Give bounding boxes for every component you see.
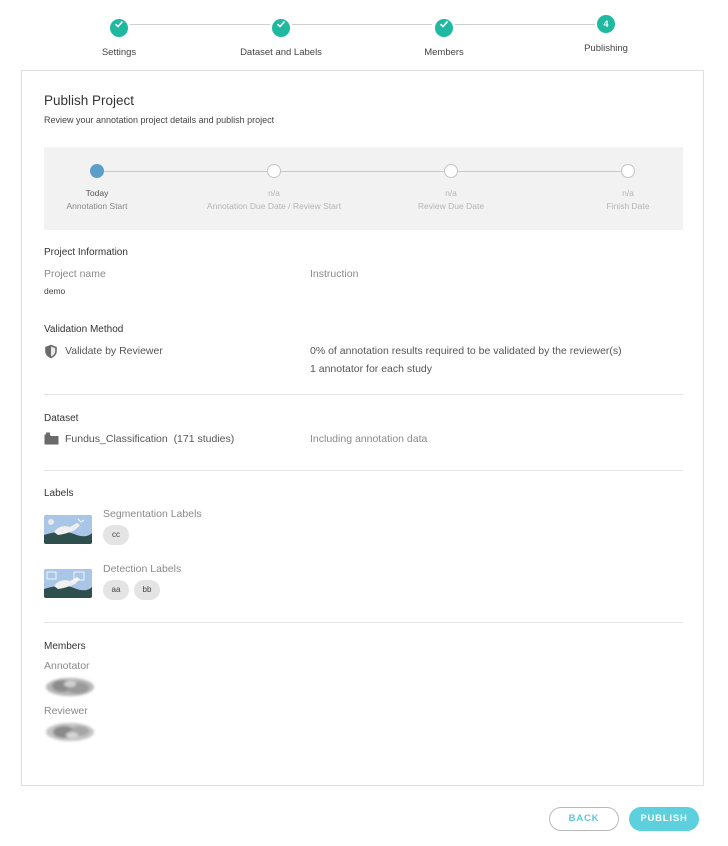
- timeline-name: Finish Date: [606, 201, 650, 211]
- check-icon: [272, 19, 290, 37]
- project-info-title: Project Information: [44, 247, 128, 258]
- step-label: Settings: [101, 47, 137, 58]
- step-publishing[interactable]: 4 Publishing: [546, 15, 666, 54]
- step-members[interactable]: Members: [384, 15, 504, 58]
- timeline-date: Today: [85, 188, 109, 198]
- timeline-point: [621, 164, 635, 178]
- back-button[interactable]: BACK: [549, 807, 619, 831]
- segmentation-labels-title: Segmentation Labels: [103, 508, 202, 520]
- annotators-per-study: 1 annotator for each study: [310, 363, 432, 375]
- timeline-point: [90, 164, 104, 178]
- section-divider: [44, 394, 683, 395]
- project-name-label: Project name: [44, 268, 106, 280]
- project-name-value: demo: [44, 286, 66, 296]
- validation-title: Validation Method: [44, 324, 124, 335]
- reviewer-avatar: [44, 721, 96, 743]
- members-title: Members: [44, 641, 86, 652]
- labels-title: Labels: [44, 488, 74, 499]
- timeline-name: Annotation Due Date / Review Start: [206, 201, 342, 211]
- folder-icon: [44, 432, 59, 450]
- timeline-date: n/a: [268, 188, 280, 198]
- step-settings[interactable]: Settings: [59, 15, 179, 58]
- page-subtitle: Review your annotation project details a…: [44, 115, 275, 125]
- publish-button[interactable]: PUBLISH: [629, 807, 699, 831]
- timeline-label: n/a Finish Date: [528, 188, 728, 211]
- timeline-name: Annotation Start: [66, 201, 128, 211]
- shield-icon: [44, 344, 58, 364]
- dataset-name: Fundus_Classification (171 studies): [65, 433, 234, 445]
- section-divider: [44, 470, 683, 471]
- dataset-name-text: Fundus_Classification: [65, 433, 168, 445]
- page-title: Publish Project: [44, 93, 135, 108]
- dataset-title: Dataset: [44, 413, 79, 424]
- timeline-label: n/a Review Due Date: [351, 188, 551, 211]
- check-icon: [110, 19, 128, 37]
- timeline-line: [97, 171, 629, 172]
- reviewer-label: Reviewer: [44, 705, 88, 717]
- dataset-count: (171 studies): [173, 433, 235, 445]
- detection-thumbnail: [44, 569, 92, 598]
- step-number: 4: [597, 15, 615, 33]
- label-chip: bb: [134, 580, 160, 600]
- timeline-label: n/a Annotation Due Date / Review Start: [174, 188, 374, 211]
- step-label: Dataset and Labels: [240, 47, 322, 58]
- dataset-note: Including annotation data: [310, 433, 428, 445]
- schedule-timeline: Today Annotation Start n/a Annotation Du…: [44, 147, 683, 230]
- validation-method-value: Validate by Reviewer: [65, 345, 163, 357]
- detection-labels-title: Detection Labels: [103, 563, 182, 575]
- label-chip: aa: [103, 580, 129, 600]
- check-icon: [435, 19, 453, 37]
- instruction-label: Instruction: [310, 268, 359, 280]
- label-chip: cc: [103, 525, 129, 545]
- timeline-date: n/a: [622, 188, 634, 198]
- section-divider: [44, 622, 683, 623]
- step-dataset-and-labels[interactable]: Dataset and Labels: [221, 15, 341, 58]
- progress-stepper: Settings Dataset and Labels Members 4 Pu…: [0, 0, 728, 70]
- timeline-point: [444, 164, 458, 178]
- timeline-name: Review Due Date: [417, 201, 485, 211]
- publish-card: Publish Project Review your annotation p…: [21, 70, 704, 786]
- validation-percentage: 0% of annotation results required to be …: [310, 345, 622, 357]
- step-label: Publishing: [584, 43, 628, 54]
- timeline-label: Today Annotation Start: [0, 188, 197, 211]
- timeline-point: [267, 164, 281, 178]
- segmentation-thumbnail: [44, 515, 92, 544]
- annotator-avatar: [44, 676, 96, 698]
- annotator-label: Annotator: [44, 660, 90, 672]
- step-label: Members: [424, 47, 464, 58]
- timeline-date: n/a: [445, 188, 457, 198]
